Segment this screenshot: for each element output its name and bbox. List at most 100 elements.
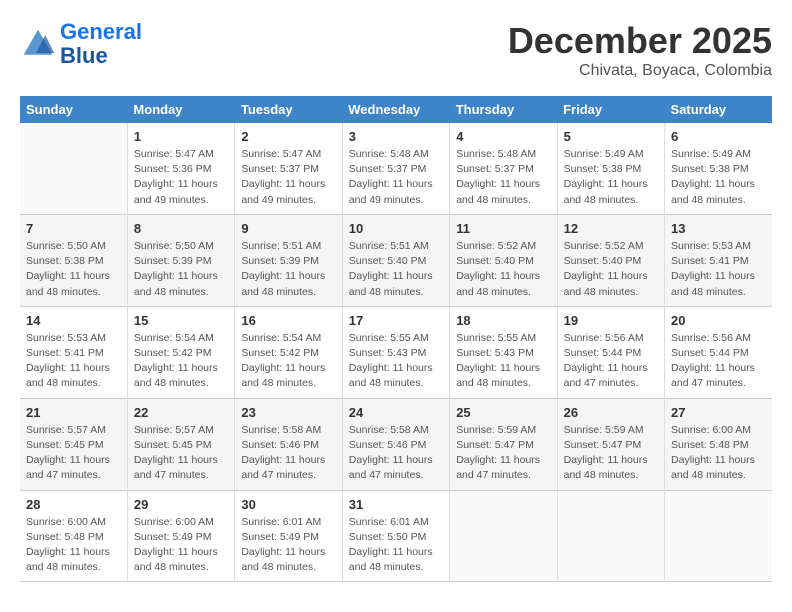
calendar-week-row: 7 Sunrise: 5:50 AM Sunset: 5:38 PM Daylig… (20, 214, 772, 306)
day-number: 29 (134, 497, 228, 512)
calendar-cell (450, 490, 557, 582)
day-number: 6 (671, 129, 766, 144)
day-info: Sunrise: 5:56 AM Sunset: 5:44 PM Dayligh… (564, 331, 658, 392)
day-number: 31 (349, 497, 443, 512)
location-subtitle: Chivata, Boyaca, Colombia (508, 62, 772, 80)
day-number: 30 (241, 497, 335, 512)
day-number: 4 (456, 129, 550, 144)
day-number: 11 (456, 221, 550, 236)
calendar-week-row: 21 Sunrise: 5:57 AM Sunset: 5:45 PM Dayli… (20, 398, 772, 490)
calendar-cell: 25 Sunrise: 5:59 AM Sunset: 5:47 PM Dayli… (450, 398, 557, 490)
weekday-header-saturday: Saturday (665, 96, 772, 123)
calendar-cell: 29 Sunrise: 6:00 AM Sunset: 5:49 PM Dayli… (127, 490, 234, 582)
day-number: 21 (26, 405, 121, 420)
day-info: Sunrise: 5:49 AM Sunset: 5:38 PM Dayligh… (564, 147, 658, 208)
day-info: Sunrise: 5:50 AM Sunset: 5:39 PM Dayligh… (134, 239, 228, 300)
title-area: December 2025 Chivata, Boyaca, Colombia (508, 20, 772, 80)
day-number: 20 (671, 313, 766, 328)
day-info: Sunrise: 5:57 AM Sunset: 5:45 PM Dayligh… (26, 423, 121, 484)
day-info: Sunrise: 5:54 AM Sunset: 5:42 PM Dayligh… (134, 331, 228, 392)
day-info: Sunrise: 5:52 AM Sunset: 5:40 PM Dayligh… (456, 239, 550, 300)
day-info: Sunrise: 5:55 AM Sunset: 5:43 PM Dayligh… (456, 331, 550, 392)
calendar-cell: 19Sunrise: 5:56 AM Sunset: 5:44 PM Dayli… (557, 306, 664, 398)
day-number: 14 (26, 313, 121, 328)
calendar-cell: 15 Sunrise: 5:54 AM Sunset: 5:42 PM Dayli… (127, 306, 234, 398)
day-number: 23 (241, 405, 335, 420)
day-number: 16 (241, 313, 335, 328)
calendar-cell: 12Sunrise: 5:52 AM Sunset: 5:40 PM Dayli… (557, 214, 664, 306)
day-number: 13 (671, 221, 766, 236)
day-info: Sunrise: 5:53 AM Sunset: 5:41 PM Dayligh… (671, 239, 766, 300)
calendar-cell: 20 Sunrise: 5:56 AM Sunset: 5:44 PM Dayli… (665, 306, 772, 398)
calendar-cell: 22Sunrise: 5:57 AM Sunset: 5:45 PM Dayli… (127, 398, 234, 490)
day-info: Sunrise: 5:54 AM Sunset: 5:42 PM Dayligh… (241, 331, 335, 392)
day-info: Sunrise: 5:59 AM Sunset: 5:47 PM Dayligh… (456, 423, 550, 484)
day-number: 2 (241, 129, 335, 144)
day-number: 3 (349, 129, 443, 144)
day-info: Sunrise: 5:58 AM Sunset: 5:46 PM Dayligh… (349, 423, 443, 484)
day-number: 17 (349, 313, 443, 328)
day-info: Sunrise: 5:47 AM Sunset: 5:37 PM Dayligh… (241, 147, 335, 208)
calendar-cell: 11 Sunrise: 5:52 AM Sunset: 5:40 PM Dayli… (450, 214, 557, 306)
day-number: 27 (671, 405, 766, 420)
day-number: 1 (134, 129, 228, 144)
calendar-cell: 26Sunrise: 5:59 AM Sunset: 5:47 PM Dayli… (557, 398, 664, 490)
day-number: 5 (564, 129, 658, 144)
day-info: Sunrise: 5:51 AM Sunset: 5:40 PM Dayligh… (349, 239, 443, 300)
weekday-header-thursday: Thursday (450, 96, 557, 123)
day-info: Sunrise: 5:50 AM Sunset: 5:38 PM Dayligh… (26, 239, 121, 300)
weekday-header-sunday: Sunday (20, 96, 127, 123)
weekday-header-friday: Friday (557, 96, 664, 123)
day-number: 8 (134, 221, 228, 236)
weekday-header-tuesday: Tuesday (235, 96, 342, 123)
day-info: Sunrise: 5:48 AM Sunset: 5:37 PM Dayligh… (349, 147, 443, 208)
day-info: Sunrise: 5:53 AM Sunset: 5:41 PM Dayligh… (26, 331, 121, 392)
calendar-body: 1 Sunrise: 5:47 AM Sunset: 5:36 PM Daylig… (20, 123, 772, 582)
logo: General Blue (20, 20, 142, 68)
calendar-cell: 5 Sunrise: 5:49 AM Sunset: 5:38 PM Daylig… (557, 123, 664, 214)
calendar-cell: 3 Sunrise: 5:48 AM Sunset: 5:37 PM Daylig… (342, 123, 449, 214)
calendar-cell (557, 490, 664, 582)
day-number: 7 (26, 221, 121, 236)
day-number: 15 (134, 313, 228, 328)
calendar-cell: 21 Sunrise: 5:57 AM Sunset: 5:45 PM Dayli… (20, 398, 127, 490)
day-number: 10 (349, 221, 443, 236)
weekday-header-monday: Monday (127, 96, 234, 123)
day-number: 28 (26, 497, 121, 512)
calendar-cell: 10 Sunrise: 5:51 AM Sunset: 5:40 PM Dayli… (342, 214, 449, 306)
day-info: Sunrise: 5:58 AM Sunset: 5:46 PM Dayligh… (241, 423, 335, 484)
day-number: 26 (564, 405, 658, 420)
day-info: Sunrise: 6:01 AM Sunset: 5:49 PM Dayligh… (241, 515, 335, 576)
day-number: 22 (134, 405, 228, 420)
day-info: Sunrise: 5:49 AM Sunset: 5:38 PM Dayligh… (671, 147, 766, 208)
day-info: Sunrise: 5:47 AM Sunset: 5:36 PM Dayligh… (134, 147, 228, 208)
logo-text: General Blue (60, 20, 142, 68)
calendar-cell: 14 Sunrise: 5:53 AM Sunset: 5:41 PM Dayli… (20, 306, 127, 398)
calendar-cell: 18 Sunrise: 5:55 AM Sunset: 5:43 PM Dayli… (450, 306, 557, 398)
calendar-cell (20, 123, 127, 214)
page-header: General Blue December 2025 Chivata, Boya… (20, 20, 772, 80)
day-number: 9 (241, 221, 335, 236)
day-info: Sunrise: 6:00 AM Sunset: 5:48 PM Dayligh… (26, 515, 121, 576)
calendar-cell: 6 Sunrise: 5:49 AM Sunset: 5:38 PM Daylig… (665, 123, 772, 214)
calendar-week-row: 1 Sunrise: 5:47 AM Sunset: 5:36 PM Daylig… (20, 123, 772, 214)
day-info: Sunrise: 6:00 AM Sunset: 5:48 PM Dayligh… (671, 423, 766, 484)
calendar-cell: 28 Sunrise: 6:00 AM Sunset: 5:48 PM Dayli… (20, 490, 127, 582)
calendar-cell: 31Sunrise: 6:01 AM Sunset: 5:50 PM Dayli… (342, 490, 449, 582)
day-number: 18 (456, 313, 550, 328)
calendar-table: SundayMondayTuesdayWednesdayThursdayFrid… (20, 96, 772, 582)
calendar-cell: 17Sunrise: 5:55 AM Sunset: 5:43 PM Dayli… (342, 306, 449, 398)
day-info: Sunrise: 5:52 AM Sunset: 5:40 PM Dayligh… (564, 239, 658, 300)
day-info: Sunrise: 5:48 AM Sunset: 5:37 PM Dayligh… (456, 147, 550, 208)
calendar-cell (665, 490, 772, 582)
calendar-cell: 7 Sunrise: 5:50 AM Sunset: 5:38 PM Daylig… (20, 214, 127, 306)
day-info: Sunrise: 5:56 AM Sunset: 5:44 PM Dayligh… (671, 331, 766, 392)
calendar-cell: 9Sunrise: 5:51 AM Sunset: 5:39 PM Daylig… (235, 214, 342, 306)
calendar-week-row: 28 Sunrise: 6:00 AM Sunset: 5:48 PM Dayli… (20, 490, 772, 582)
calendar-cell: 23 Sunrise: 5:58 AM Sunset: 5:46 PM Dayli… (235, 398, 342, 490)
calendar-cell: 4 Sunrise: 5:48 AM Sunset: 5:37 PM Daylig… (450, 123, 557, 214)
month-title: December 2025 (508, 20, 772, 62)
day-info: Sunrise: 6:00 AM Sunset: 5:49 PM Dayligh… (134, 515, 228, 576)
day-number: 25 (456, 405, 550, 420)
calendar-cell: 30 Sunrise: 6:01 AM Sunset: 5:49 PM Dayli… (235, 490, 342, 582)
